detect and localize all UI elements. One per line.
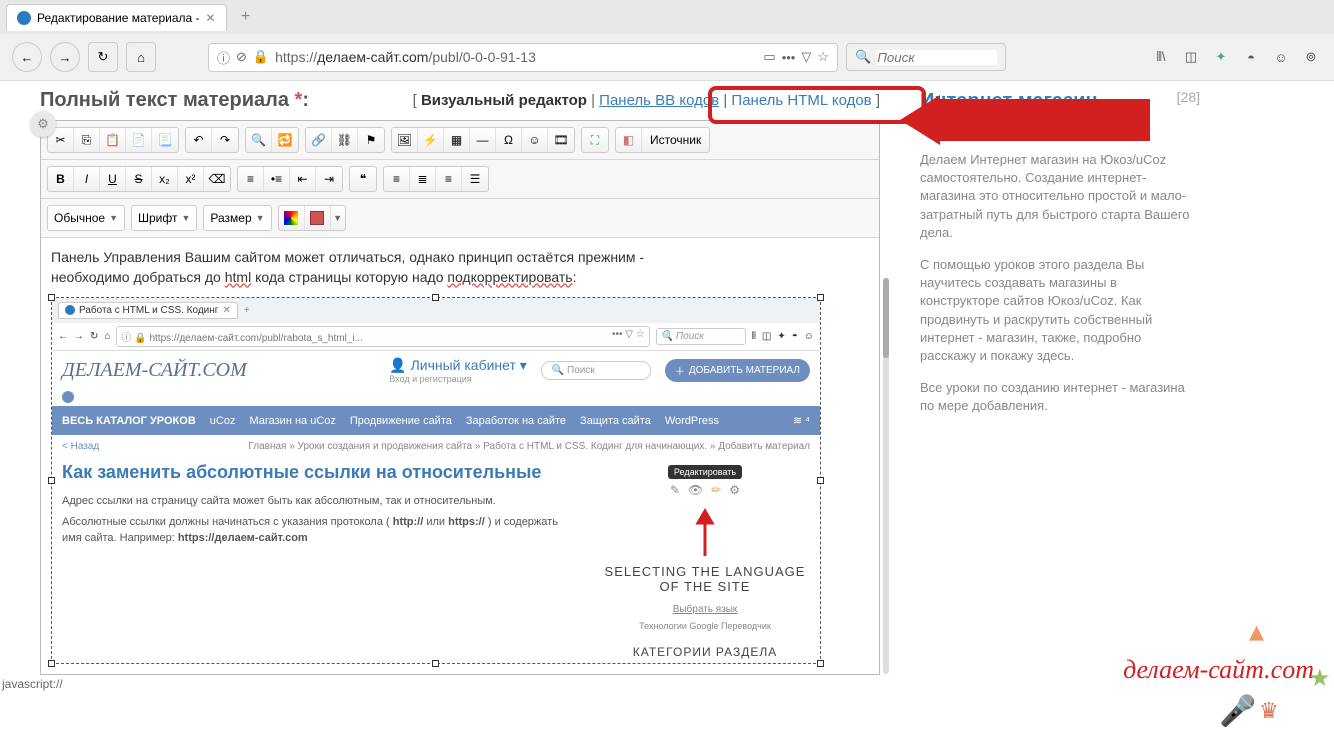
- editor-mode-switch: [ Визуальный редактор | Панель BB кодов …: [413, 92, 880, 109]
- inner-screenshot: Работа с HTML и CSS. Кодинг✕ + ←→↻⌂ ⓘ 🔒 …: [52, 298, 820, 663]
- addon-icon[interactable]: ✦: [1210, 46, 1232, 68]
- sidebar: [28] Интернет магазин Юкоз/uCoz Делаем И…: [880, 89, 1200, 675]
- deco-shapes: ▴ ★ 🎤 ♛ 🚀: [1249, 614, 1264, 649]
- outdent-icon[interactable]: ⇤: [290, 167, 316, 191]
- align-center-icon[interactable]: ≣: [410, 167, 436, 191]
- block-icon[interactable]: ⊘: [236, 49, 247, 65]
- sidebar-count: [28]: [1177, 89, 1200, 105]
- search-field[interactable]: [877, 50, 997, 65]
- italic-icon[interactable]: I: [74, 167, 100, 191]
- superscript-icon[interactable]: x²: [178, 167, 204, 191]
- mode-html-link[interactable]: Панель HTML кодов: [731, 92, 871, 109]
- inner-article-title: Как заменить абсолютные ссылки на относи…: [62, 462, 580, 484]
- align-left-icon[interactable]: ≡: [384, 167, 410, 191]
- copy-icon[interactable]: ⎘: [74, 128, 100, 152]
- page-title: Полный текст материала *:: [40, 89, 309, 112]
- quote-icon[interactable]: ❝: [350, 167, 376, 191]
- bold-icon[interactable]: B: [48, 167, 74, 191]
- strike-icon[interactable]: S: [126, 167, 152, 191]
- paste-word-icon[interactable]: 📃: [152, 128, 178, 152]
- smile-icon[interactable]: ☺: [522, 128, 548, 152]
- account-icon[interactable]: ☺: [1270, 46, 1292, 68]
- clearfmt-icon[interactable]: ⌫: [204, 167, 230, 191]
- tab-title: Редактирование материала -: [37, 11, 200, 25]
- align-justify-icon[interactable]: ☰: [462, 167, 488, 191]
- red-up-arrow-icon: [693, 501, 717, 561]
- inner-logo: ДЕЛАЕМ-САЙТ.COM: [62, 359, 247, 382]
- footer-brand: делаем-сайт.com: [1123, 655, 1314, 685]
- find-icon[interactable]: 🔍: [246, 128, 272, 152]
- search-icon: 🔍: [855, 49, 871, 65]
- globe-icon: [17, 11, 31, 25]
- redo-icon[interactable]: ↷: [212, 128, 238, 152]
- info-icon[interactable]: ⓘ: [217, 48, 230, 67]
- maximize-icon[interactable]: ⛶: [582, 128, 608, 152]
- tab-bar: Редактирование материала - ✕ +: [0, 0, 1334, 34]
- font-select[interactable]: Шрифт▼: [131, 205, 197, 231]
- shield-icon[interactable]: ◓: [1240, 46, 1262, 68]
- image-icon[interactable]: 🖼: [392, 128, 418, 152]
- link-icon[interactable]: 🔗: [306, 128, 332, 152]
- sidebar-p3: Все уроки по созданию интернет - магазин…: [920, 379, 1200, 415]
- bg-color-icon[interactable]: [305, 206, 331, 230]
- paste-text-icon[interactable]: 📄: [126, 128, 152, 152]
- pocket-icon[interactable]: ▽: [801, 49, 811, 65]
- format-select[interactable]: Обычное▼: [47, 205, 125, 231]
- numlist-icon[interactable]: ≡: [238, 167, 264, 191]
- browser-tab[interactable]: Редактирование материала - ✕: [6, 4, 227, 31]
- char-icon[interactable]: Ω: [496, 128, 522, 152]
- anchor-icon[interactable]: ⚑: [358, 128, 384, 152]
- new-tab-button[interactable]: +: [233, 4, 259, 30]
- indent-icon[interactable]: ⇥: [316, 167, 342, 191]
- url-field[interactable]: ⓘ ⊘ 🔒 https://делаем-сайт.com/publ/0-0-0…: [208, 43, 838, 72]
- editor-body[interactable]: Панель Управления Вашим сайтом может отл…: [41, 238, 879, 674]
- close-icon[interactable]: ✕: [206, 11, 216, 25]
- url-text: https://делаем-сайт.com/publ/0-0-0-91-13: [275, 49, 757, 65]
- search-input[interactable]: 🔍: [846, 43, 1006, 71]
- rich-editor: ✂ ⎘ 📋 📄 📃 ↶ ↷ 🔍 🔁 🔗 ⛓ ⚑: [40, 120, 880, 675]
- sidebar-icon[interactable]: ◫: [1180, 46, 1202, 68]
- back-button[interactable]: ←: [12, 42, 42, 72]
- url-bar: ← → ↻ ⌂ ⓘ ⊘ 🔒 https://делаем-сайт.com/pu…: [0, 34, 1334, 80]
- embedded-image[interactable]: Работа с HTML и CSS. Кодинг✕ + ←→↻⌂ ⓘ 🔒 …: [51, 297, 821, 664]
- color-drop-icon[interactable]: ▼: [331, 206, 345, 230]
- sidebar-p2: С помощью уроков этого раздела Вы научит…: [920, 256, 1200, 365]
- size-select[interactable]: Размер▼: [203, 205, 271, 231]
- reload-button[interactable]: ↻: [88, 42, 118, 72]
- bullist-icon[interactable]: •≡: [264, 167, 290, 191]
- flash-icon[interactable]: ⚡: [418, 128, 444, 152]
- mode-bb-link[interactable]: Панель BB кодов: [599, 92, 719, 109]
- forward-button[interactable]: →: [50, 42, 80, 72]
- sidebar-p1: Делаем Интернет магазин на Юкоз/uCoz сам…: [920, 151, 1200, 242]
- subscript-icon[interactable]: x₂: [152, 167, 178, 191]
- menu-icon[interactable]: ⊚: [1300, 46, 1322, 68]
- source-button[interactable]: Источник: [642, 128, 709, 152]
- undo-icon[interactable]: ↶: [186, 128, 212, 152]
- unlink-icon[interactable]: ⛓: [332, 128, 358, 152]
- hr-icon[interactable]: —: [470, 128, 496, 152]
- align-right-icon[interactable]: ≡: [436, 167, 462, 191]
- mode-visual[interactable]: Визуальный редактор: [421, 92, 587, 109]
- star-icon[interactable]: ☆: [817, 49, 829, 65]
- paste-icon[interactable]: 📋: [100, 128, 126, 152]
- sidebar-title[interactable]: Интернет магазин Юкоз/uCoz: [920, 89, 1200, 137]
- source-icon[interactable]: ◧: [616, 128, 642, 152]
- page-gear-icon[interactable]: ⚙: [30, 111, 56, 137]
- more-icon[interactable]: •••: [782, 50, 796, 65]
- table-icon[interactable]: ▦: [444, 128, 470, 152]
- replace-icon[interactable]: 🔁: [272, 128, 298, 152]
- film-icon[interactable]: 🎞: [548, 128, 574, 152]
- status-bar: javascript://: [2, 677, 63, 691]
- scrollbar[interactable]: [883, 278, 889, 674]
- reader-icon[interactable]: ▭: [763, 49, 775, 65]
- text-color-icon[interactable]: [279, 206, 305, 230]
- home-button[interactable]: ⌂: [126, 42, 156, 72]
- underline-icon[interactable]: U: [100, 167, 126, 191]
- lock-icon: 🔒: [253, 49, 269, 65]
- library-icon[interactable]: ⫴\: [1150, 46, 1172, 68]
